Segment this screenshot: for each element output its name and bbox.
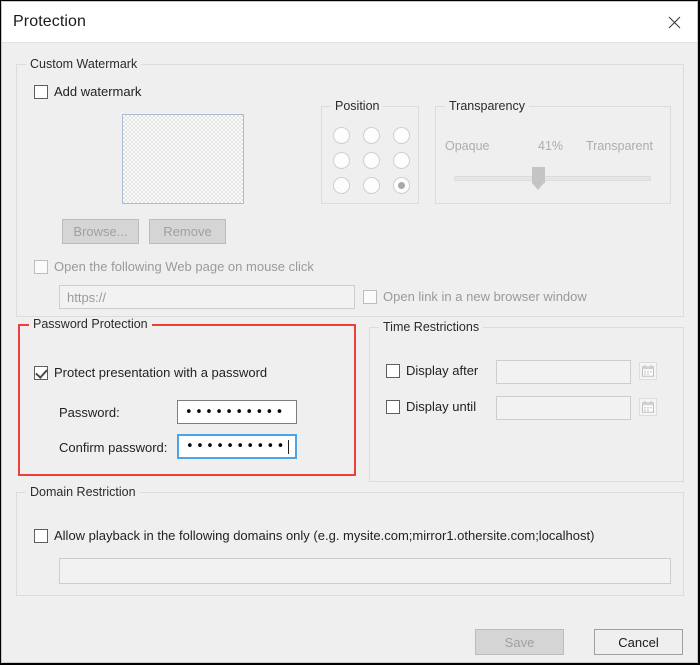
display-until-checkbox[interactable]: Display until	[386, 399, 476, 414]
protect-presentation-label: Protect presentation with a password	[54, 365, 268, 380]
checkbox-box	[34, 259, 48, 274]
display-after-input[interactable]	[496, 360, 631, 384]
transparency-opaque-label: Opaque	[445, 139, 490, 153]
protection-dialog: Protection Custom Watermark Add watermar…	[1, 1, 698, 663]
domains-input[interactable]	[59, 558, 671, 584]
position-radio-bottom-center[interactable]	[363, 177, 380, 194]
transparency-slider-track[interactable]	[454, 176, 651, 181]
transparency-transparent-label: Transparent	[586, 139, 653, 153]
password-input[interactable]: ••••••••••	[177, 400, 297, 424]
browse-button-label: Browse...	[73, 224, 128, 239]
add-watermark-checkbox[interactable]: Add watermark	[34, 84, 141, 99]
allow-domains-checkbox[interactable]: Allow playback in the following domains …	[34, 528, 594, 543]
close-glyph	[668, 16, 680, 28]
position-radio-top-left[interactable]	[333, 127, 350, 144]
open-webpage-label: Open the following Web page on mouse cli…	[54, 259, 314, 274]
checkbox-box	[363, 289, 377, 304]
title-bar: Protection	[2, 2, 697, 43]
protect-presentation-checkbox[interactable]: Protect presentation with a password	[34, 365, 267, 380]
position-legend: Position	[331, 99, 384, 113]
checkbox-box	[34, 84, 48, 99]
position-radio-middle-left[interactable]	[333, 152, 350, 169]
checkbox-box	[386, 363, 400, 378]
position-radio-middle-right[interactable]	[393, 152, 410, 169]
position-radio-bottom-left[interactable]	[333, 177, 350, 194]
browse-button[interactable]: Browse...	[62, 219, 139, 244]
cancel-button-label: Cancel	[618, 634, 659, 650]
time-restrictions-legend: Time Restrictions	[379, 320, 484, 334]
position-radio-middle-center[interactable]	[363, 152, 380, 169]
password-protection-legend: Password Protection	[29, 317, 152, 331]
transparency-value-label: 41%	[538, 139, 564, 153]
confirm-password-input[interactable]: ••••••••••	[177, 434, 297, 459]
position-radio-top-center[interactable]	[363, 127, 380, 144]
open-webpage-checkbox[interactable]: Open the following Web page on mouse cli…	[34, 259, 314, 274]
watermark-url-value: https://	[67, 289, 107, 305]
checkbox-box	[34, 528, 48, 543]
save-button-label: Save	[504, 634, 535, 650]
cancel-button[interactable]: Cancel	[594, 629, 683, 655]
add-watermark-label: Add watermark	[54, 84, 142, 99]
display-until-input[interactable]	[496, 396, 631, 420]
domain-restriction-legend: Domain Restriction	[26, 485, 140, 499]
password-label: Password:	[59, 405, 120, 420]
watermark-url-input[interactable]: https://	[59, 285, 355, 309]
transparency-legend: Transparency	[445, 99, 529, 113]
password-value: ••••••••••	[185, 404, 286, 420]
transparency-group: Transparency	[435, 99, 671, 204]
remove-button-label: Remove	[163, 224, 212, 239]
calendar-glyph	[642, 365, 654, 377]
calendar-glyph	[642, 401, 654, 413]
display-until-label: Display until	[406, 399, 477, 414]
page-title: Protection	[13, 13, 87, 30]
checkbox-box	[386, 399, 400, 414]
calendar-icon-after[interactable]	[639, 362, 657, 380]
position-radio-bottom-right[interactable]	[393, 177, 410, 194]
remove-button[interactable]: Remove	[149, 219, 226, 244]
watermark-preview[interactable]	[122, 114, 244, 204]
confirm-password-label: Confirm password:	[59, 440, 168, 455]
checkbox-box	[34, 365, 48, 380]
position-radio-grid[interactable]	[333, 127, 423, 202]
position-radio-top-right[interactable]	[393, 127, 410, 144]
display-after-checkbox[interactable]: Display after	[386, 363, 478, 378]
save-button[interactable]: Save	[475, 629, 564, 655]
open-new-window-label: Open link in a new browser window	[383, 289, 587, 304]
display-after-label: Display after	[406, 363, 479, 378]
transparency-slider-thumb[interactable]	[532, 167, 545, 190]
allow-domains-label: Allow playback in the following domains …	[54, 528, 595, 543]
confirm-password-value: ••••••••••	[186, 439, 287, 454]
close-icon[interactable]	[651, 2, 697, 42]
custom-watermark-legend: Custom Watermark	[26, 57, 142, 71]
open-new-window-checkbox[interactable]: Open link in a new browser window	[363, 289, 587, 304]
calendar-icon-until[interactable]	[639, 398, 657, 416]
text-caret	[287, 439, 289, 454]
